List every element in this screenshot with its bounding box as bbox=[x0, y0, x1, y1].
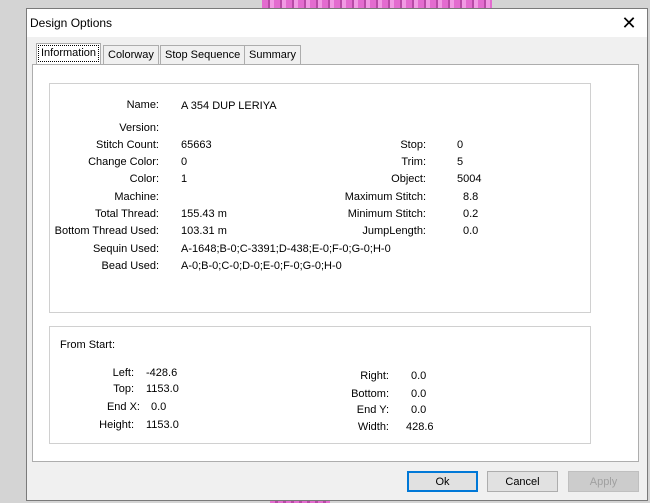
end-x-value: 0.0 bbox=[151, 401, 167, 413]
height-value: 1153.0 bbox=[146, 419, 179, 431]
tab-stop-sequence[interactable]: Stop Sequence bbox=[160, 45, 246, 64]
close-icon[interactable]: ✕ bbox=[619, 13, 639, 33]
bottom-value: 0.0 bbox=[411, 388, 427, 400]
right-label: Right: bbox=[360, 370, 389, 382]
background-embroidery-top bbox=[262, 0, 492, 8]
left-label: Left: bbox=[112, 367, 134, 379]
tab-information[interactable]: Information bbox=[36, 43, 102, 64]
from-start-heading: From Start: bbox=[60, 339, 116, 351]
trim-label: Trim: bbox=[401, 156, 426, 168]
apply-button[interactable]: Apply bbox=[568, 471, 639, 492]
max-stitch-value: 8.8 bbox=[463, 191, 479, 203]
top-value: 1153.0 bbox=[146, 383, 179, 395]
dialog-title: Design Options bbox=[30, 16, 113, 30]
object-label: Object: bbox=[391, 173, 426, 185]
stop-label: Stop: bbox=[400, 139, 426, 151]
bead-used-value: A-0;B-0;C-0;D-0;E-0;F-0;G-0;H-0 bbox=[181, 260, 342, 272]
information-tab-panel: Name: A 354 DUP LERIYA Version: Stitch C… bbox=[32, 64, 639, 462]
stitch-count-label: Stitch Count: bbox=[96, 139, 159, 151]
object-value: 5004 bbox=[457, 173, 482, 185]
left-value: -428.6 bbox=[146, 367, 178, 379]
width-value: 428.6 bbox=[406, 421, 434, 433]
cancel-button[interactable]: Cancel bbox=[487, 471, 558, 492]
total-thread-value: 155.43 m bbox=[181, 208, 227, 220]
stitch-count-value: 65663 bbox=[181, 139, 212, 151]
ok-button[interactable]: Ok bbox=[407, 471, 478, 492]
min-stitch-label: Minimum Stitch: bbox=[347, 208, 426, 220]
bottom-thread-value: 103.31 m bbox=[181, 225, 227, 237]
name-label: Name: bbox=[126, 99, 159, 111]
height-label: Height: bbox=[99, 419, 134, 431]
version-label: Version: bbox=[119, 122, 159, 134]
title-bar: Design Options ✕ bbox=[27, 9, 647, 37]
tab-summary[interactable]: Summary bbox=[244, 45, 302, 64]
machine-label: Machine: bbox=[114, 191, 159, 203]
trim-value: 5 bbox=[457, 156, 464, 168]
width-label: Width: bbox=[357, 421, 389, 433]
sequin-used-value: A-1648;B-0;C-3391;D-438;E-0;F-0;G-0;H-0 bbox=[181, 243, 391, 255]
color-label: Color: bbox=[129, 173, 159, 185]
end-y-label: End Y: bbox=[356, 404, 389, 416]
name-value: A 354 DUP LERIYA bbox=[181, 100, 277, 112]
total-thread-label: Total Thread: bbox=[94, 208, 159, 220]
stop-value: 0 bbox=[457, 139, 464, 151]
sequin-used-label: Sequin Used: bbox=[92, 243, 159, 255]
bottom-label: Bottom: bbox=[351, 388, 389, 400]
right-value: 0.0 bbox=[411, 370, 427, 382]
color-value: 1 bbox=[181, 173, 188, 185]
change-color-label: Change Color: bbox=[88, 156, 159, 168]
top-label: Top: bbox=[113, 383, 134, 395]
information-group: Name: A 354 DUP LERIYA Version: Stitch C… bbox=[49, 83, 591, 313]
tab-colorway[interactable]: Colorway bbox=[103, 45, 159, 64]
change-color-value: 0 bbox=[181, 156, 188, 168]
end-x-label: End X: bbox=[106, 401, 140, 413]
min-stitch-value: 0.2 bbox=[463, 208, 479, 220]
max-stitch-label: Maximum Stitch: bbox=[344, 191, 426, 203]
end-y-value: 0.0 bbox=[411, 404, 427, 416]
jump-length-label: JumpLength: bbox=[362, 225, 426, 237]
from-start-group: From Start: Left: -428.6 Top: 1153.0 End… bbox=[49, 326, 591, 444]
bead-used-label: Bead Used: bbox=[101, 260, 159, 272]
bottom-thread-label: Bottom Thread Used: bbox=[54, 225, 159, 237]
design-options-dialog: Design Options ✕ Name: A 354 DUP LERIYA … bbox=[26, 8, 648, 501]
jump-length-value: 0.0 bbox=[463, 225, 479, 237]
